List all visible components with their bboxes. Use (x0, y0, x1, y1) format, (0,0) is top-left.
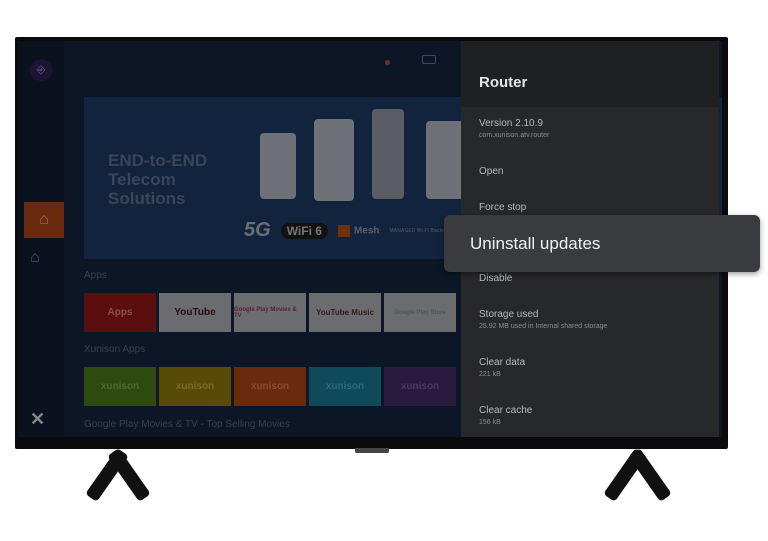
version-info: Version 2.10.9 com.xunison.atv.router (479, 118, 550, 139)
badge-wifi6: WiFi 6 (280, 222, 328, 239)
disable-option[interactable]: Disable (479, 273, 512, 284)
app-tile-play-store[interactable]: Google Play Store (384, 293, 456, 332)
open-option[interactable]: Open (479, 166, 503, 177)
profile-icon[interactable]: ⎆ (30, 59, 52, 81)
tv-stand-center (355, 448, 389, 453)
xunison-app-tile[interactable]: xunison (309, 367, 381, 406)
router-image (426, 121, 466, 199)
tools-icon[interactable]: ✕ (30, 409, 45, 430)
clear-cache-option[interactable]: Clear cache 156 kB (479, 405, 532, 426)
router-image (372, 109, 404, 199)
badge-managed: MANAGED Wi-Fi Backend (389, 227, 452, 234)
mesh-icon (337, 224, 350, 237)
app-tile-youtube-music[interactable]: YouTube Music (309, 293, 381, 332)
clear-data-option[interactable]: Clear data 221 kB (479, 357, 525, 378)
storage-used-option[interactable]: Storage used 25.92 MB used in Internal sh… (479, 309, 607, 330)
badge-mesh: Mesh (337, 224, 379, 237)
xunison-apps-row: xunison xunison xunison xunison xunison (84, 367, 456, 406)
section-top-movies: Google Play Movies & TV - Top Selling Mo… (84, 419, 290, 430)
badge-5g: 5G (244, 219, 271, 241)
app-tile-apps[interactable]: Apps (84, 293, 156, 332)
feature-badges: 5G WiFi 6 Mesh MANAGED Wi-Fi Backend (244, 219, 451, 242)
mic-icon[interactable]: ● (384, 55, 391, 69)
uninstall-updates-option[interactable]: Uninstall updates (444, 215, 760, 272)
apps-row: Apps YouTube Google Play Movies & TV You… (84, 293, 456, 332)
router-image (260, 133, 296, 199)
tv-leg (628, 448, 672, 502)
xunison-app-tile[interactable]: xunison (84, 367, 156, 406)
force-stop-option[interactable]: Force stop (479, 202, 526, 213)
router-image (314, 119, 354, 201)
section-xunison-apps: Xunison Apps (84, 344, 146, 355)
panel-title: Router (461, 41, 719, 107)
xunison-app-tile[interactable]: xunison (159, 367, 231, 406)
app-tile-youtube[interactable]: YouTube (159, 293, 231, 332)
sidebar: ⎆ ⌂ ⌂ ✕ (18, 41, 64, 437)
keyboard-icon[interactable] (422, 55, 436, 64)
section-apps: Apps (84, 270, 107, 281)
home-icon[interactable]: ⌂ (24, 202, 64, 238)
xunison-app-tile[interactable]: xunison (384, 367, 456, 406)
wifi-home-icon[interactable]: ⌂ (30, 249, 40, 267)
app-tile-play-movies[interactable]: Google Play Movies & TV (234, 293, 306, 332)
xunison-app-tile[interactable]: xunison (234, 367, 306, 406)
banner-text: END-to-END Telecom Solutions (108, 151, 208, 208)
